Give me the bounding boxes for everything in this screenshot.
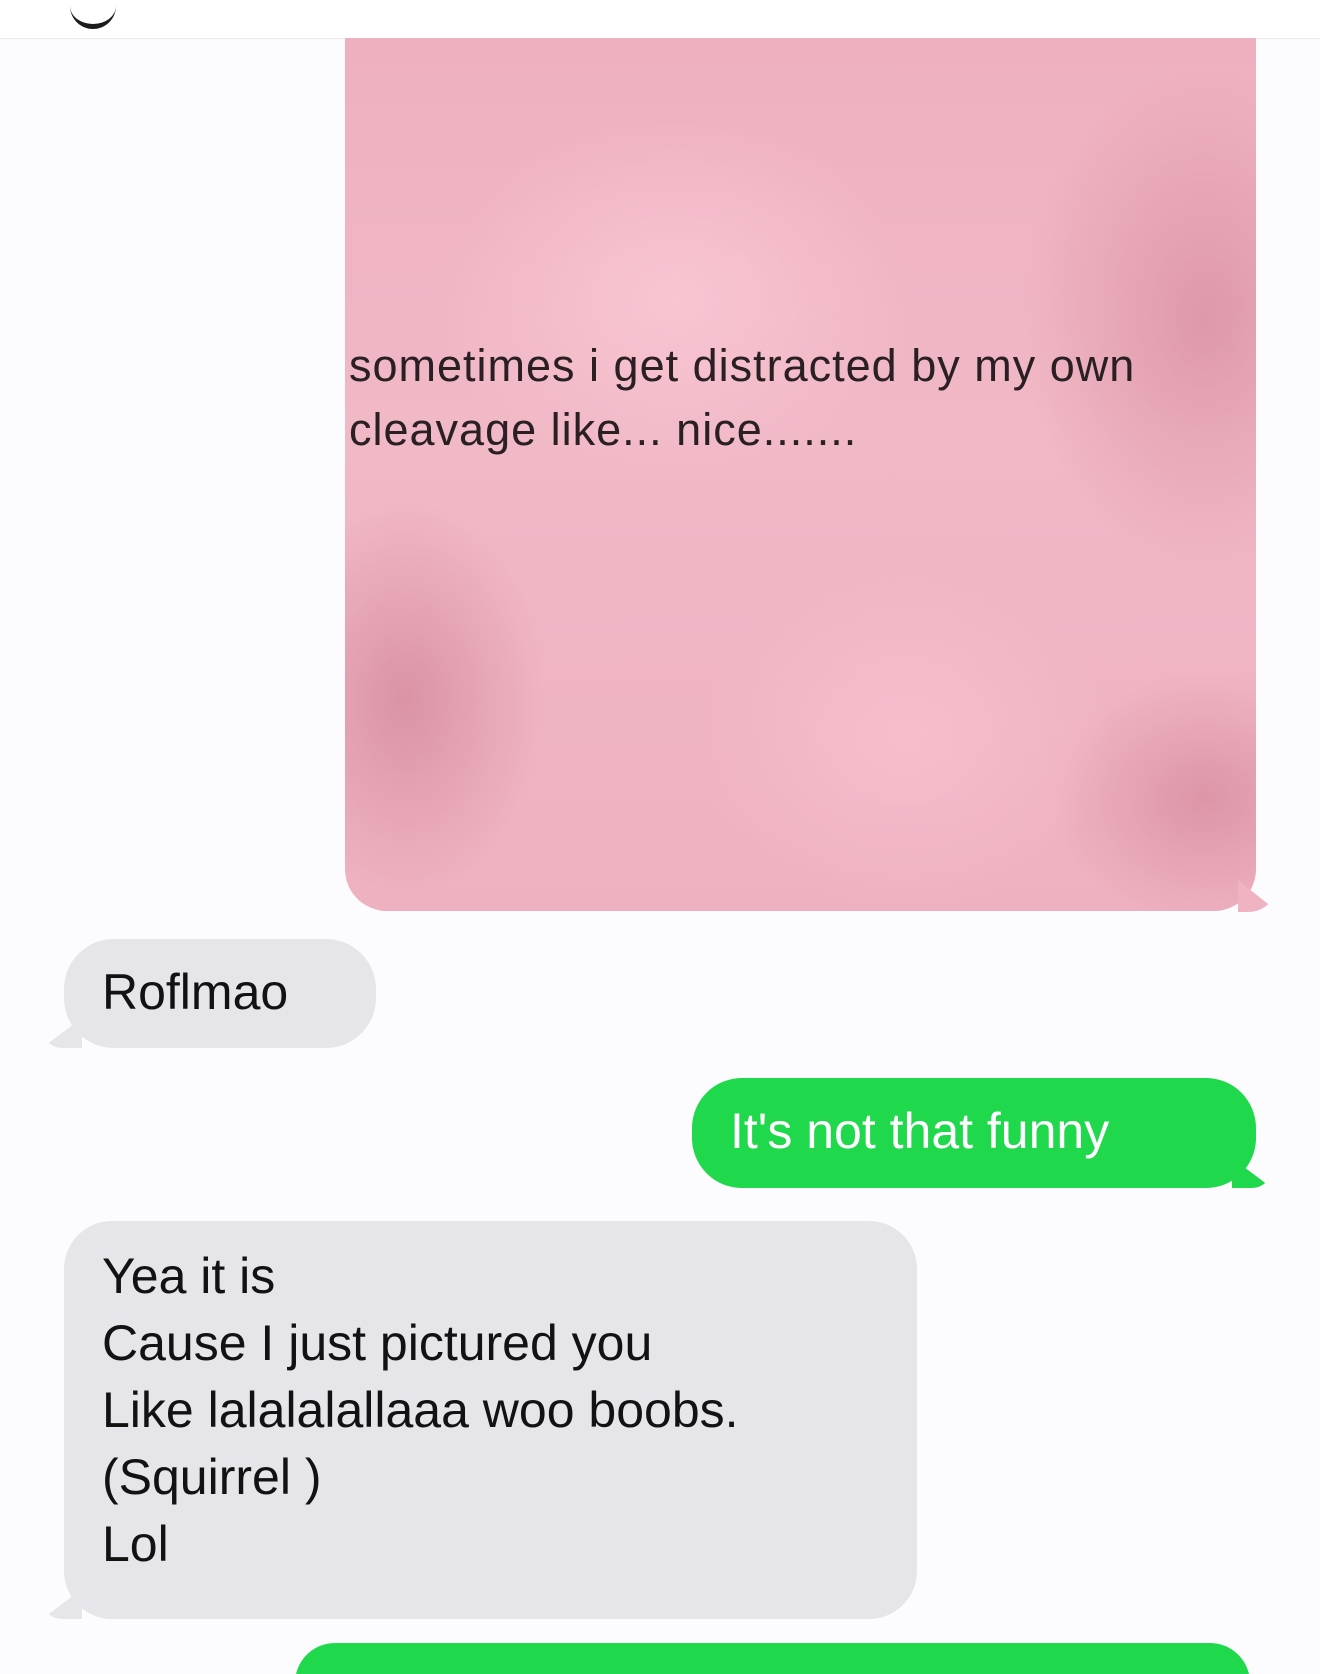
sent-message-bubble-partial[interactable] [295, 1643, 1250, 1674]
received-message-bubble[interactable]: Roflmao [64, 939, 376, 1048]
message-thread: sometimes i get distracted by my own cle… [0, 0, 1320, 1674]
header-glyph [70, 0, 116, 29]
received-bubble-tail [42, 1589, 82, 1619]
received-bubble-tail [42, 1018, 82, 1048]
header-strip [0, 0, 1320, 39]
sent-bubble-tail [1232, 1158, 1272, 1188]
received-message-bubble[interactable]: Yea it is Cause I just pictured you Like… [64, 1221, 917, 1619]
image-caption: sometimes i get distracted by my own cle… [349, 340, 1136, 455]
sent-message-bubble[interactable]: It's not that funny [692, 1078, 1256, 1188]
image-message[interactable]: sometimes i get distracted by my own cle… [345, 38, 1256, 911]
